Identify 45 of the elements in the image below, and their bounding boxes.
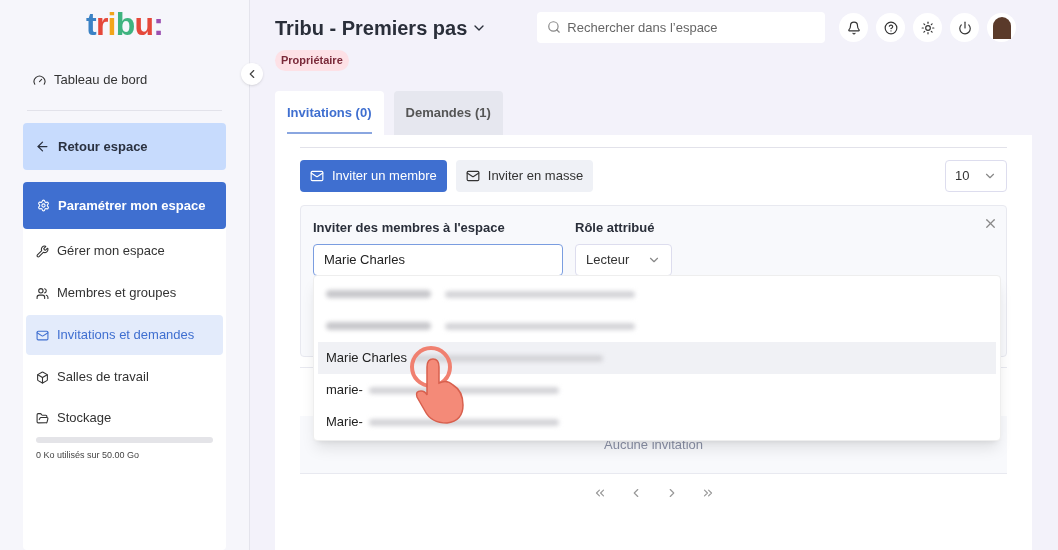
menu-item[interactable]: Invitations et demandes <box>26 315 223 355</box>
members-input[interactable]: Marie Charles <box>313 243 563 276</box>
hand-pointer-icon <box>407 345 467 425</box>
logo: tribu: <box>86 8 163 40</box>
menu-item[interactable]: Salles de travail <box>26 357 223 397</box>
menu-item[interactable]: Gérer mon espace <box>26 231 223 271</box>
page-size-select[interactable]: 10 <box>945 160 1007 192</box>
avatar[interactable] <box>987 13 1017 42</box>
envelope-icon <box>36 328 49 342</box>
tab[interactable]: Invitations (0) <box>275 91 384 135</box>
search-field[interactable]: Rechercher dans l’espace <box>537 12 826 43</box>
back-button[interactable]: Retour espace <box>23 123 226 170</box>
help-button[interactable] <box>876 13 906 42</box>
cube-icon <box>36 370 49 384</box>
role-label: Rôle attribué <box>575 219 656 237</box>
menu-item[interactable]: Membres et groupes <box>26 273 223 313</box>
invite-button[interactable]: Inviter en masse <box>455 160 594 192</box>
envelope-icon <box>465 169 480 183</box>
tab[interactable]: Demandes (1) <box>393 91 503 135</box>
gear-icon <box>37 199 50 212</box>
gauge-icon <box>33 73 46 87</box>
dashboard-link[interactable]: Tableau de bord <box>23 62 226 98</box>
space-title[interactable]: Tribu - Premiers pas <box>275 12 488 43</box>
storage-usage: 0 Ko utilisés sur 50.00 Go <box>36 449 141 462</box>
envelope-icon <box>310 169 324 183</box>
role-badge: Propriétaire <box>275 50 349 71</box>
sun-button[interactable] <box>913 13 943 42</box>
folder-icon <box>36 411 49 425</box>
bell-button[interactable] <box>839 13 869 42</box>
collapse-button[interactable] <box>241 63 263 85</box>
search-icon <box>547 20 562 34</box>
close-icon[interactable] <box>983 216 998 231</box>
users-icon <box>36 286 49 300</box>
bell-icon <box>846 20 861 35</box>
suggestion-item[interactable]: Marie Charles <box>318 342 996 374</box>
section-header: Paramétrer mon espace <box>23 182 226 229</box>
invite-button[interactable]: Inviter un membre <box>300 160 447 192</box>
sun-icon <box>920 20 935 35</box>
help-icon <box>883 20 898 35</box>
role-select[interactable]: Lecteur <box>575 243 672 276</box>
wrench-icon <box>36 244 49 258</box>
power-icon <box>957 20 972 35</box>
power-button[interactable] <box>950 13 980 42</box>
storage-label: Stockage <box>23 399 226 437</box>
members-label: Inviter des membres à l'espace <box>313 219 506 237</box>
